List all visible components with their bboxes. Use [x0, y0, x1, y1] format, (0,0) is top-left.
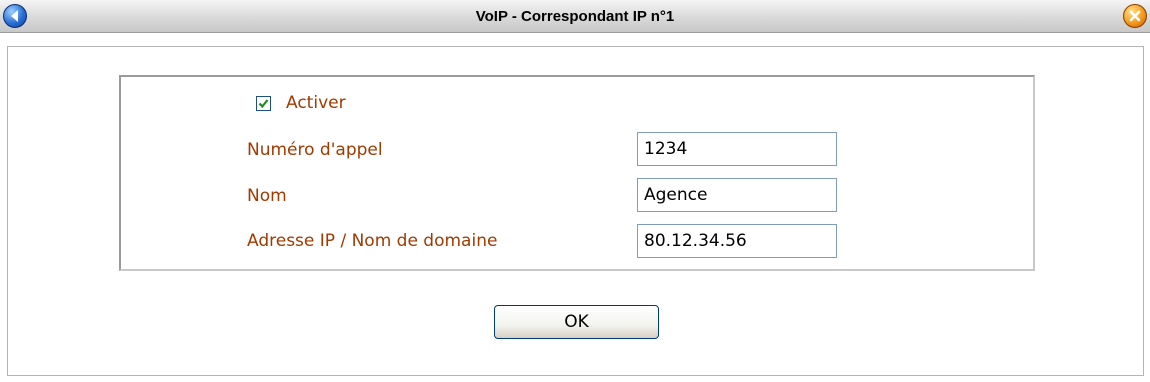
window-title: VoIP - Correspondant IP n°1 [475, 8, 675, 25]
enable-label: Activer [286, 93, 346, 113]
call-number-label: Numéro d'appel [247, 140, 383, 160]
ok-button[interactable]: OK [494, 305, 659, 339]
close-button[interactable] [1123, 4, 1147, 28]
name-label: Nom [247, 186, 287, 206]
name-input[interactable]: Agence [637, 178, 837, 212]
call-number-input[interactable]: 1234 [637, 132, 837, 166]
ip-address-label: Adresse IP / Nom de domaine [247, 231, 498, 251]
enable-checkbox[interactable] [256, 96, 271, 111]
title-bar: VoIP - Correspondant IP n°1 [0, 0, 1150, 33]
ip-address-input[interactable]: 80.12.34.56 [637, 224, 837, 258]
